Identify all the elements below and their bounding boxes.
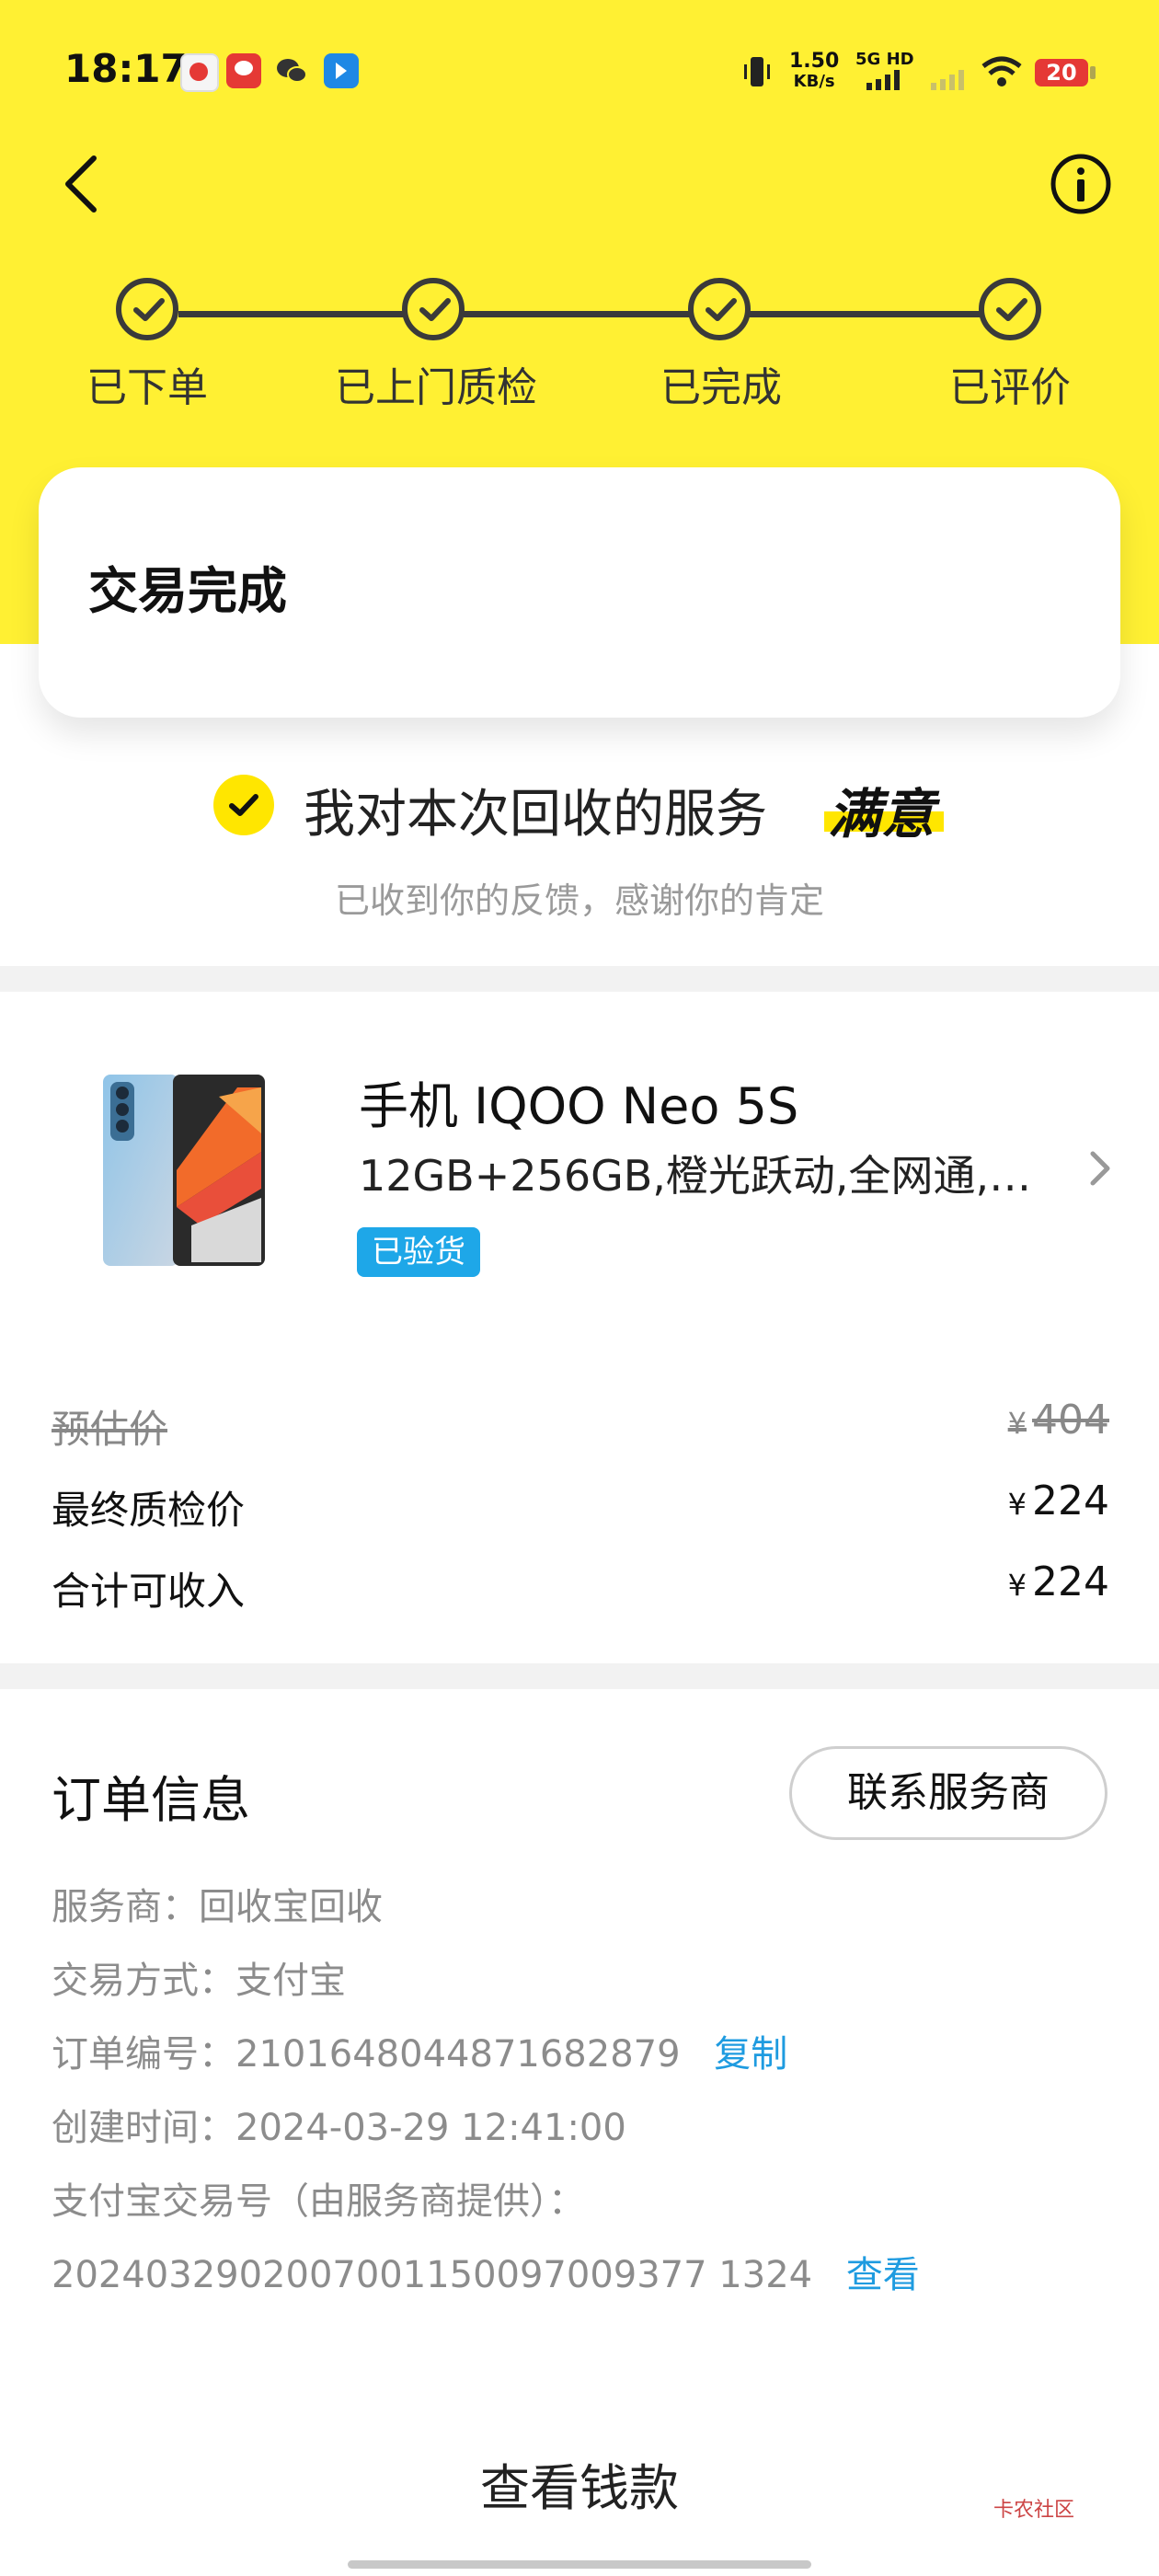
order-info-title: 订单信息	[52, 1771, 250, 1829]
signal-icon	[865, 68, 907, 90]
info-button[interactable]	[1049, 152, 1113, 216]
product-name: 手机 IQOO Neo 5S	[359, 1077, 799, 1135]
satisfied-check-icon	[213, 775, 274, 835]
net-speed: 1.50 KB/s	[789, 52, 839, 92]
step-check-icon	[402, 278, 465, 340]
payment-method: 交易方式：支付宝	[52, 1960, 346, 2002]
stepper-line	[749, 311, 984, 317]
view-payment-button[interactable]: 查看钱款	[0, 2447, 1159, 2520]
contact-provider-button[interactable]: 联系服务商	[789, 1746, 1107, 1840]
view-link[interactable]: 查看	[846, 2254, 920, 2296]
service-provider: 服务商：回收宝回收	[52, 1886, 383, 1928]
watermark-logo: 卡农社区	[993, 2499, 1075, 2522]
total-income-value: ¥224	[1008, 1558, 1109, 1605]
copy-link[interactable]: 复制	[714, 2033, 787, 2076]
alipay-trade-number: 2024032902007001150097009377 1324	[52, 2254, 813, 2296]
order-number-row: 订单编号：2101648044871682879 复制	[52, 2024, 787, 2077]
product-spec: 12GB+256GB,橙光跃动,全网通,中…	[359, 1151, 1058, 1201]
satisfaction-text: 我对本次回收的服务	[304, 785, 767, 845]
battery-tip	[1090, 66, 1096, 79]
step-check-icon	[688, 278, 751, 340]
info-circle-icon	[1050, 154, 1111, 214]
estimated-price-amount: 404	[1032, 1397, 1109, 1443]
step-label-inspected: 已上门质检	[335, 364, 537, 411]
final-price-value: ¥224	[1008, 1478, 1109, 1524]
status-time: 18:17	[64, 46, 188, 91]
alipay-trade-label: 支付宝交易号（由服务商提供）：	[52, 2180, 585, 2223]
wechat-icon	[274, 53, 309, 88]
bluetooth-app-icon	[324, 53, 359, 88]
home-indicator[interactable]	[348, 2560, 811, 2569]
inspected-badge: 已验货	[357, 1227, 480, 1277]
estimated-price-value: ¥404	[1008, 1397, 1109, 1443]
app-badge-icon	[226, 53, 261, 88]
order-number: 2101648044871682879	[235, 2033, 681, 2076]
currency-symbol: ¥	[1007, 1406, 1027, 1441]
back-button[interactable]	[55, 147, 110, 221]
order-number-label: 订单编号：	[52, 2033, 235, 2076]
section-divider	[0, 966, 1159, 992]
stepper-line	[178, 311, 414, 317]
created-time: 创建时间：2024-03-29 12:41:00	[52, 2107, 626, 2149]
currency-symbol: ¥	[1007, 1568, 1027, 1603]
chevron-left-icon	[65, 155, 97, 213]
step-label-reviewed: 已评价	[949, 364, 1071, 411]
net-speed-value: 1.50	[789, 50, 840, 73]
satisfaction-rating: 满意	[828, 783, 935, 845]
total-income-amount: 224	[1032, 1558, 1109, 1605]
network-label: 5G HD	[855, 50, 914, 69]
chevron-right-icon[interactable]	[1087, 1146, 1115, 1190]
satisfaction-subtitle: 已收到你的反馈，感谢你的肯定	[334, 880, 824, 921]
stepper-line	[464, 311, 699, 317]
vibrate-icon	[743, 53, 771, 90]
final-price-label: 最终质检价	[52, 1488, 246, 1533]
section-divider	[0, 1663, 1159, 1689]
battery-icon: 20	[1035, 59, 1088, 86]
currency-symbol: ¥	[1007, 1487, 1027, 1522]
signal-2-icon	[929, 68, 971, 90]
step-check-icon	[116, 278, 178, 340]
product-phone-image	[99, 1069, 269, 1271]
estimated-price-label: 预估价	[52, 1407, 168, 1452]
step-check-icon	[979, 278, 1041, 340]
status-title: 交易完成	[88, 562, 287, 620]
final-price-amount: 224	[1032, 1478, 1109, 1524]
total-income-label: 合计可收入	[52, 1569, 246, 1614]
net-speed-unit: KB/s	[793, 72, 835, 91]
app-red-icon	[180, 53, 219, 92]
wifi-icon	[981, 55, 1023, 88]
step-label-ordered: 已下单	[86, 364, 208, 411]
alipay-trade-row: 2024032902007001150097009377 1324 查看	[52, 2245, 920, 2298]
step-label-completed: 已完成	[660, 364, 782, 411]
